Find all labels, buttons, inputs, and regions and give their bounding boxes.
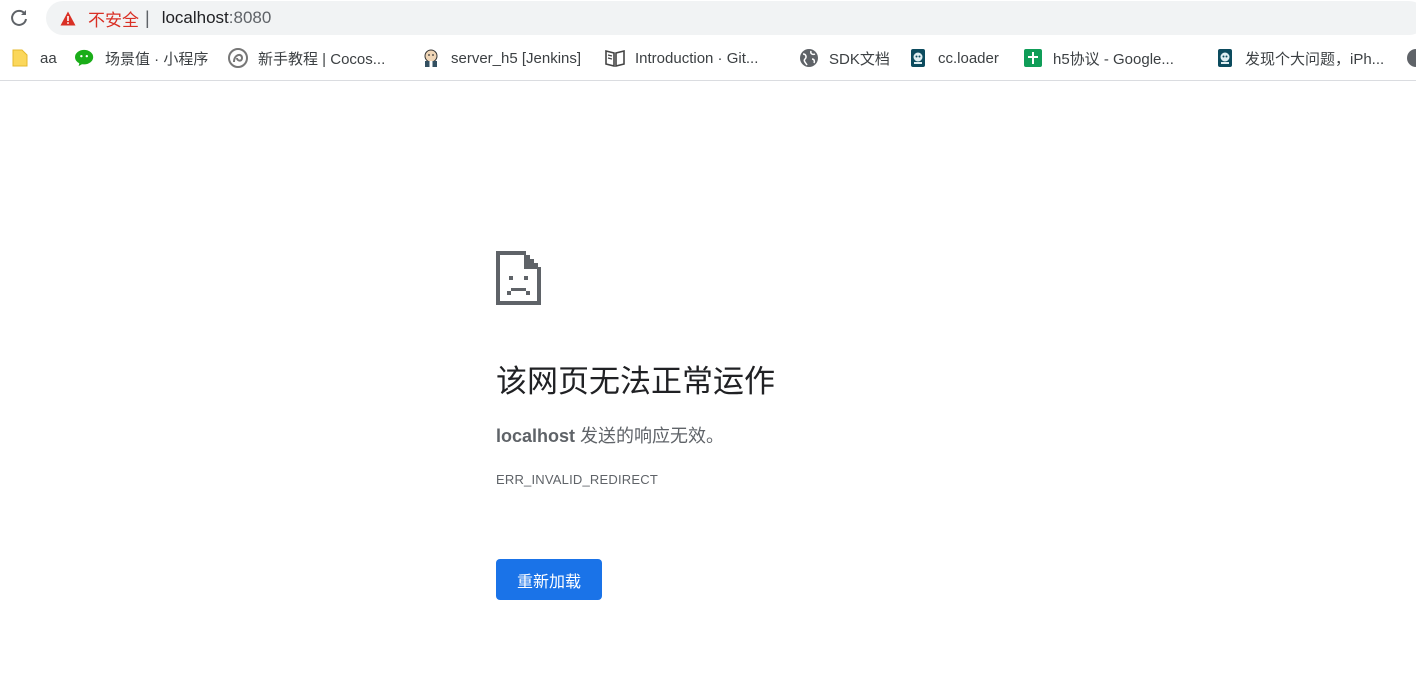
bookmark-label: aa (40, 49, 57, 67)
bookmark-iphone-issue[interactable]: 发现个大问题，iPh... (1215, 47, 1384, 69)
cocos-doc-icon (1215, 48, 1235, 68)
error-title: 该网页无法正常运作 (496, 364, 775, 399)
bookmark-aa[interactable]: aa (10, 47, 57, 69)
bookmark-label: SDK文档 (829, 50, 890, 68)
google-sheets-icon (1023, 48, 1043, 68)
bookmark-label: h5协议 - Google... (1053, 50, 1174, 68)
jenkins-icon (421, 48, 441, 68)
warning-triangle-icon[interactable] (60, 10, 76, 26)
bookmark-jenkins[interactable]: server_h5 [Jenkins] (421, 47, 581, 69)
reload-icon[interactable] (8, 7, 30, 29)
reload-button[interactable]: 重新加载 (496, 559, 602, 600)
url-host[interactable]: localhost (162, 8, 229, 28)
bookmarks-bar: aa 场景值 · 小程序 新手教程 | Cocos... server_h5 [… (0, 37, 1416, 81)
globe-icon (1406, 48, 1416, 68)
browser-toolbar: 不安全 | localhost:8080 (0, 0, 1416, 37)
cocos-doc-icon (908, 48, 928, 68)
bookmark-label: server_h5 [Jenkins] (451, 49, 582, 67)
error-description: localhost 发送的响应无效。 (496, 423, 724, 449)
folder-icon (10, 48, 30, 68)
cocos-icon (228, 48, 248, 68)
bookmark-label: 新手教程 | Cocos... (258, 50, 386, 68)
security-status-label[interactable]: 不安全 (88, 6, 139, 31)
bookmark-label: 场景值 · 小程序 (105, 50, 209, 68)
bookmark-cc-loader[interactable]: cc.loader (908, 47, 999, 69)
globe-icon (799, 48, 819, 68)
sad-document-icon (496, 251, 541, 305)
bookmark-label: cc.loader (938, 49, 999, 67)
bookmark-label: 发现个大问题，iPh... (1245, 50, 1385, 68)
bookmark-cocos-tutorial[interactable]: 新手教程 | Cocos... (228, 47, 385, 69)
bookmark-gitbook-intro[interactable]: Introduction · Git... (605, 47, 758, 69)
book-icon (605, 48, 625, 68)
bookmark-h5-protocol[interactable]: h5协议 - Google... (1023, 47, 1174, 69)
url-port[interactable]: :8080 (229, 8, 272, 28)
omnibox-divider: | (145, 7, 150, 28)
bookmark-wechat-scene[interactable]: 场景值 · 小程序 (75, 47, 208, 69)
error-host: localhost (496, 426, 576, 446)
bookmark-overflow[interactable] (1406, 47, 1416, 69)
address-bar[interactable]: 不安全 | localhost:8080 (46, 1, 1416, 35)
error-code[interactable]: ERR_INVALID_REDIRECT (496, 472, 658, 487)
wechat-icon (75, 48, 95, 68)
bookmark-sdk-docs[interactable]: SDK文档 (799, 47, 890, 69)
error-description-text: 发送的响应无效。 (575, 426, 725, 446)
bookmark-label: Introduction · Git... (635, 49, 759, 67)
